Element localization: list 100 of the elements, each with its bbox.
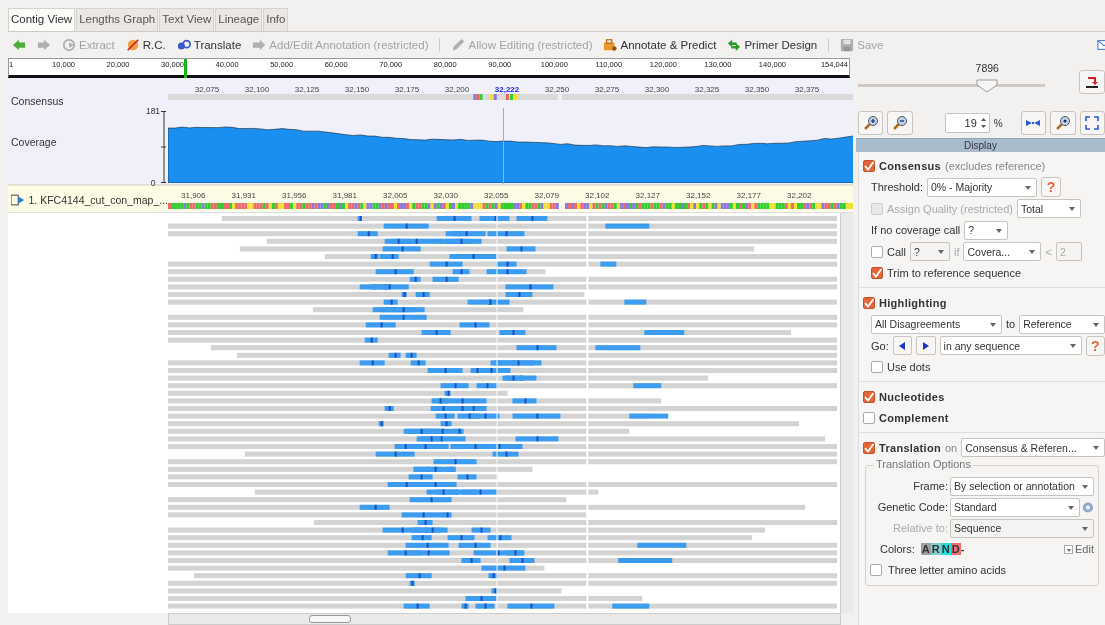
toolbar-button[interactable]: Translate bbox=[176, 38, 242, 52]
zoom-out-icon bbox=[892, 115, 909, 131]
gap-symbol: - bbox=[960, 543, 965, 555]
track-label: Coverage bbox=[11, 136, 57, 148]
toolbar-button[interactable]: Annotate & Predict bbox=[603, 38, 717, 52]
slider-thumb[interactable] bbox=[976, 79, 999, 93]
threshold-dropdown[interactable]: 0% - Majority bbox=[927, 177, 1037, 197]
option-label: Use dots bbox=[887, 361, 931, 374]
zoom-in-button[interactable] bbox=[858, 111, 884, 135]
ruler-label: 32,275 bbox=[593, 85, 621, 94]
ruler-label: 32,079 bbox=[533, 191, 560, 200]
zoom-bases-button[interactable] bbox=[1050, 111, 1076, 135]
double-arrow-icon bbox=[727, 38, 742, 52]
checkbox[interactable] bbox=[871, 361, 883, 374]
edit-button[interactable]: Edit bbox=[1064, 543, 1094, 555]
expand-button[interactable] bbox=[1079, 111, 1105, 135]
ruler-label: 32,175 bbox=[393, 85, 421, 94]
checkbox[interactable] bbox=[863, 441, 875, 454]
ruler-label: 32,125 bbox=[293, 85, 321, 94]
checkbox[interactable] bbox=[863, 390, 875, 403]
ruler-label: 32,222 bbox=[493, 85, 521, 94]
ruler-label: 32,200 bbox=[443, 85, 471, 94]
scope-dropdown[interactable]: in any sequence bbox=[939, 336, 1082, 356]
tab[interactable]: Contig View bbox=[8, 8, 76, 31]
checkbox[interactable] bbox=[871, 245, 883, 258]
tab[interactable]: Text View bbox=[159, 8, 215, 31]
option-label: Trim to reference sequence bbox=[887, 267, 1022, 280]
checkbox[interactable] bbox=[863, 159, 875, 172]
section-title: Nucleotides bbox=[879, 390, 945, 403]
previous-button[interactable] bbox=[892, 336, 913, 356]
ruler-label: 31,906 bbox=[180, 191, 207, 200]
section-title: Translation bbox=[879, 441, 941, 454]
option-label: Call bbox=[887, 245, 906, 258]
coverage-call-dropdown[interactable]: ? bbox=[964, 220, 1009, 240]
next-button[interactable] bbox=[916, 336, 936, 356]
ruler-label: 32,005 bbox=[382, 191, 409, 200]
zoom-in-icon bbox=[862, 115, 879, 131]
view-marker[interactable] bbox=[183, 59, 187, 78]
frame-dropdown[interactable]: By selection or annotation bbox=[950, 476, 1094, 496]
amino-acid-color: A bbox=[920, 543, 931, 555]
tab[interactable]: Lineage bbox=[215, 8, 263, 31]
expand-icon bbox=[1084, 115, 1101, 131]
arrow-left-button[interactable] bbox=[12, 38, 26, 52]
horizontal-scrollbar[interactable] bbox=[168, 613, 841, 625]
highlight-target-dropdown[interactable]: Reference bbox=[1019, 314, 1105, 334]
section-title: Complement bbox=[879, 412, 949, 425]
option-label: Assign Quality (restricted) bbox=[887, 202, 1013, 215]
unit-label: % bbox=[993, 117, 1003, 129]
option-label: Threshold: bbox=[871, 181, 923, 194]
ruler-label: 32,177 bbox=[735, 191, 762, 200]
vertical-scrollbar[interactable] bbox=[840, 213, 853, 613]
ruler-label: 32,350 bbox=[743, 85, 771, 94]
highlight-mode-dropdown[interactable]: All Disagreements bbox=[871, 314, 1002, 334]
relative-dropdown[interactable]: Sequence bbox=[950, 518, 1094, 538]
option-label: If no coverage call bbox=[871, 224, 961, 237]
ruler-label: 32,055 bbox=[483, 191, 510, 200]
checkbox[interactable] bbox=[863, 296, 875, 309]
zoom-out-button[interactable] bbox=[887, 111, 913, 135]
zoom-field[interactable]: 19 bbox=[944, 113, 990, 133]
ruler-label: 32,250 bbox=[543, 85, 571, 94]
option-label: Three letter amino acids bbox=[888, 564, 1006, 576]
export-button[interactable] bbox=[1079, 70, 1105, 94]
ruler-label: 32,127 bbox=[634, 191, 661, 200]
briefcase-icon bbox=[603, 38, 618, 52]
slider-value: 7896 bbox=[975, 62, 999, 74]
group-title: Translation Options bbox=[874, 457, 973, 470]
checkbox[interactable] bbox=[863, 412, 875, 425]
sequence-icon bbox=[11, 194, 26, 207]
call-dropdown[interactable]: ? bbox=[909, 242, 950, 262]
ruler-label: 31,931 bbox=[230, 191, 257, 200]
option-label: if bbox=[953, 245, 960, 258]
tray-arrow-icon bbox=[1084, 74, 1101, 90]
amino-acid-color: R bbox=[930, 543, 941, 555]
toolbar-button[interactable]: R.C. bbox=[125, 38, 166, 52]
checkbox[interactable] bbox=[870, 564, 882, 576]
translation-source-dropdown[interactable]: Consensus & Referen... bbox=[961, 438, 1105, 458]
condition-dropdown[interactable]: Covera... bbox=[963, 242, 1042, 262]
scroll-thumb[interactable] bbox=[309, 615, 351, 623]
sequence-name[interactable]: 1. KFC4144_cut_con_map_... bbox=[28, 194, 168, 207]
checkbox[interactable] bbox=[871, 267, 883, 280]
ruler-label: 32,375 bbox=[793, 85, 821, 94]
ruler-label: 32,102 bbox=[584, 191, 611, 200]
toolbar-button[interactable]: Primer Design bbox=[727, 38, 818, 52]
next-icon bbox=[922, 341, 929, 350]
section-header: Display bbox=[856, 138, 1105, 152]
tab[interactable]: Info bbox=[263, 8, 289, 31]
ruler-label: 32,300 bbox=[643, 85, 671, 94]
option-label: to bbox=[1005, 318, 1016, 331]
ruler-label: 32,030 bbox=[432, 191, 459, 200]
ruler-label: 31,981 bbox=[331, 191, 358, 200]
fit-button[interactable] bbox=[1020, 111, 1047, 135]
axis-label: 181 bbox=[145, 106, 161, 116]
tab[interactable]: Lengths Graph bbox=[76, 8, 159, 31]
ruler-label: 32,150 bbox=[343, 85, 371, 94]
ruler-label: 32,325 bbox=[693, 85, 721, 94]
genetic-code-dropdown[interactable]: Standard bbox=[950, 497, 1081, 517]
section-title: Consensus bbox=[879, 159, 941, 172]
option-label: Colors: bbox=[879, 543, 915, 555]
magnifier-icon bbox=[1054, 115, 1071, 131]
option-label: on bbox=[945, 441, 958, 454]
